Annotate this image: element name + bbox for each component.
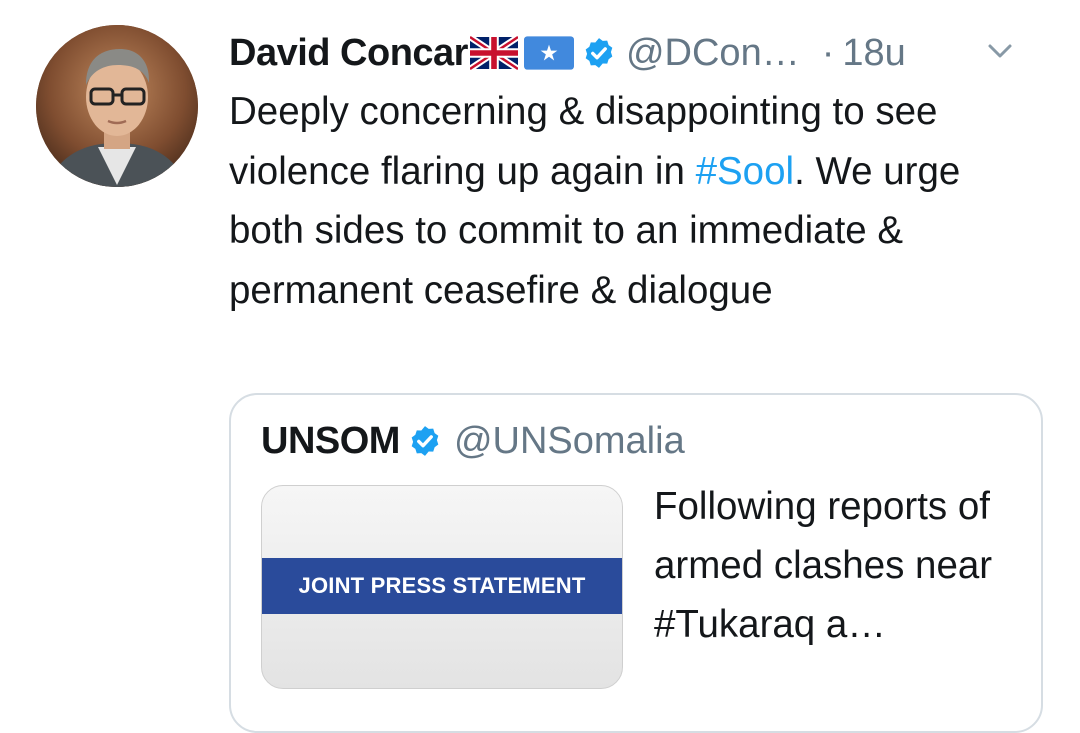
- verified-badge-icon: [408, 424, 442, 458]
- tweet-timestamp[interactable]: 18u: [842, 32, 905, 75]
- chevron-down-icon[interactable]: [985, 36, 1015, 66]
- banner-text: JOINT PRESS STATEMENT: [298, 573, 586, 598]
- avatar-photo: [36, 25, 198, 187]
- author-name[interactable]: David Concar: [229, 32, 468, 75]
- avatar[interactable]: [36, 25, 198, 187]
- hashtag-link[interactable]: #Sool: [696, 150, 794, 193]
- quoted-tweet-text: Following reports of armed clashes near …: [654, 485, 993, 646]
- quoted-tweet-header: UNSOM @UNSomalia: [261, 417, 685, 465]
- author-handle[interactable]: @DCon…: [626, 32, 800, 75]
- quoted-tweet[interactable]: UNSOM @UNSomalia JOINT PRESS STATEMENT F…: [229, 393, 1043, 733]
- press-statement-banner: JOINT PRESS STATEMENT: [262, 558, 622, 614]
- tweet-text: Deeply concerning & disappointing to see…: [229, 82, 1029, 320]
- tweet-header: David Concar @DCon… · 18u: [229, 28, 1049, 78]
- verified-badge-icon: [582, 36, 616, 70]
- separator-dot: ·: [821, 31, 835, 74]
- quoted-author-handle: @UNSomalia: [453, 419, 685, 462]
- somalia-flag-icon: [523, 36, 574, 70]
- quoted-author-name: UNSOM: [261, 419, 400, 462]
- uk-flag-icon: [468, 34, 520, 72]
- quoted-tweet-image[interactable]: JOINT PRESS STATEMENT: [261, 485, 623, 689]
